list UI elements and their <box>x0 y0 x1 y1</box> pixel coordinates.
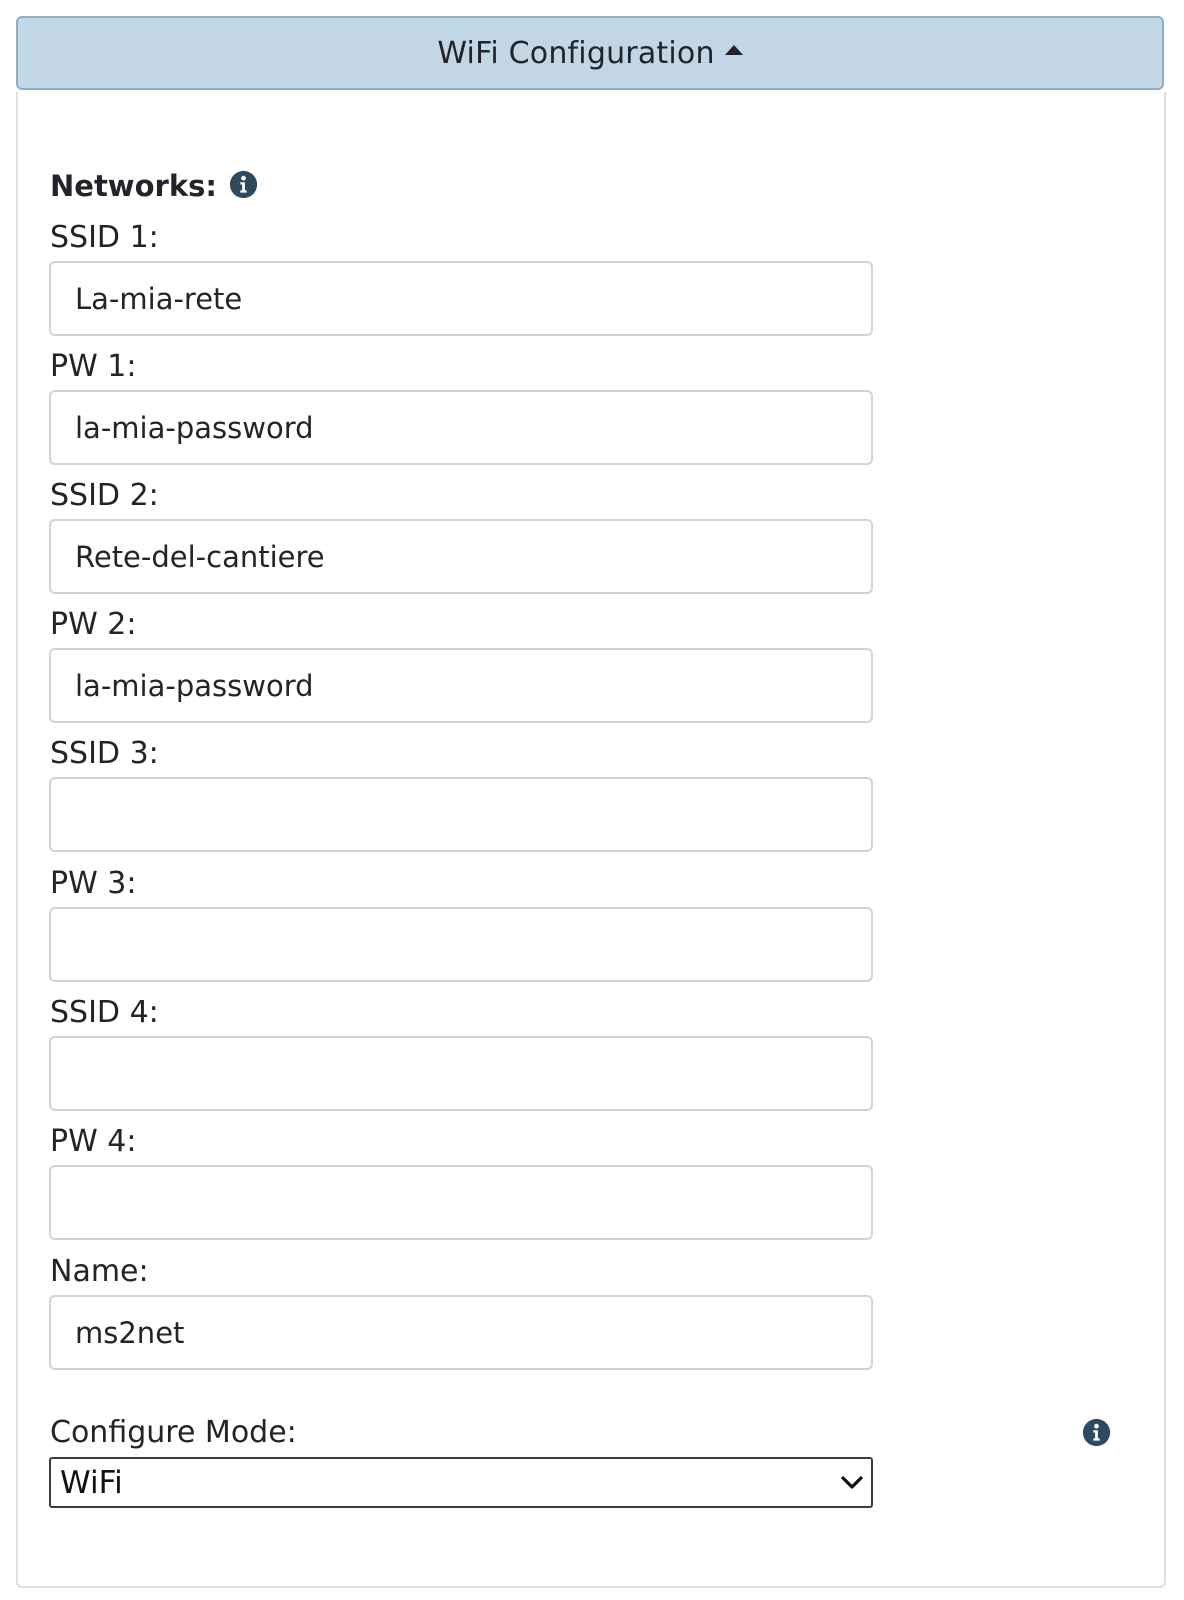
networks-heading: Networks: <box>50 169 217 203</box>
chevron-down-icon <box>841 1475 863 1489</box>
ssid-4-input[interactable] <box>49 1036 873 1111</box>
pw-1-input[interactable] <box>49 390 873 465</box>
configure-mode-selected-value: WiFi <box>60 1464 123 1501</box>
pw-4-label: PW 4: <box>50 1124 137 1159</box>
pw-2-label: PW 2: <box>50 607 137 642</box>
wifi-config-title: WiFi Configuration <box>437 35 715 71</box>
pw-3-input[interactable] <box>49 907 873 982</box>
wifi-config-toggle-button[interactable]: WiFi Configuration <box>16 16 1164 90</box>
ssid-2-label: SSID 2: <box>50 478 159 513</box>
ssid-3-input[interactable] <box>49 777 873 852</box>
name-input[interactable] <box>49 1295 873 1370</box>
ssid-2-input[interactable] <box>49 519 873 594</box>
pw-4-input[interactable] <box>49 1165 873 1240</box>
info-circle-icon[interactable] <box>1082 1418 1111 1447</box>
ssid-4-label: SSID 4: <box>50 995 159 1030</box>
caret-up-icon <box>724 45 743 55</box>
ssid-1-label: SSID 1: <box>50 220 159 255</box>
name-label: Name: <box>50 1254 149 1289</box>
pw-1-label: PW 1: <box>50 349 137 384</box>
configure-mode-select[interactable]: WiFi <box>49 1457 873 1508</box>
ssid-3-label: SSID 3: <box>50 736 159 771</box>
pw-3-label: PW 3: <box>50 866 137 901</box>
ssid-1-input[interactable] <box>49 261 873 336</box>
configure-mode-label: Configure Mode: <box>50 1415 297 1450</box>
info-circle-icon[interactable] <box>229 170 258 199</box>
pw-2-input[interactable] <box>49 648 873 723</box>
